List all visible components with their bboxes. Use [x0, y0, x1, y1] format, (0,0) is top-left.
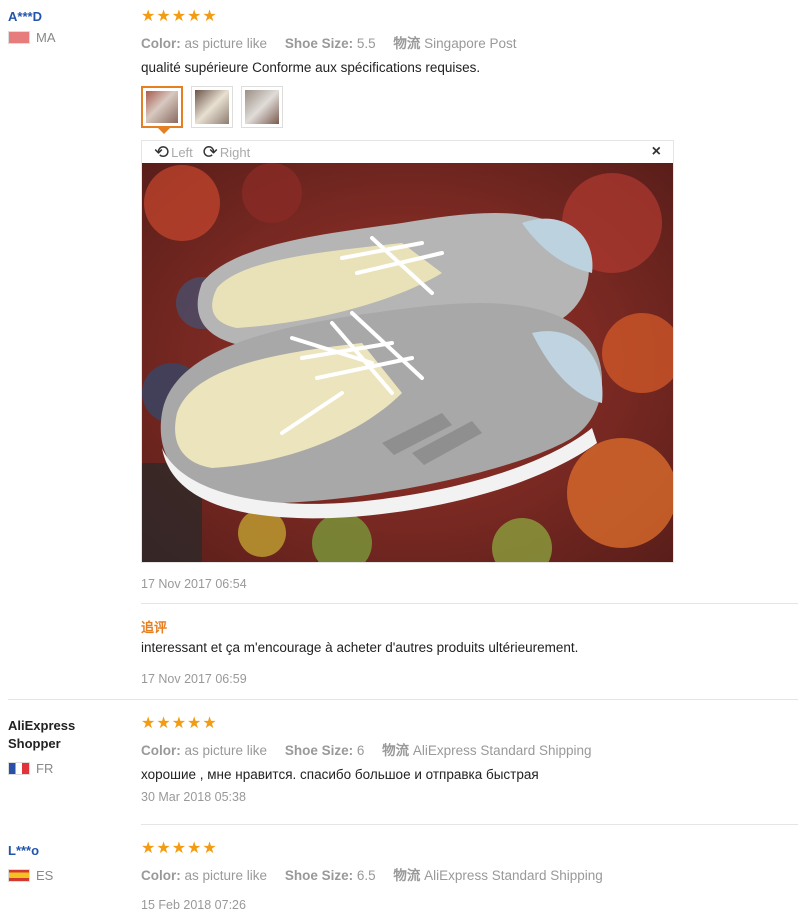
color-value: as picture like: [184, 868, 268, 883]
reviewer-name[interactable]: L***o: [8, 842, 128, 860]
followup-text: interessant et ça m'encourage à acheter …: [141, 640, 579, 655]
rotate-left-button[interactable]: ⟲ Left: [154, 143, 193, 161]
photo-thumbnails: [141, 86, 291, 128]
logistics-label: 物流: [393, 36, 421, 51]
photo-viewer: ⟲ Left ⟳ Right ×: [141, 140, 682, 578]
order-attributes: Color: as picture like Shoe Size: 6 物流 A…: [141, 739, 791, 759]
rotate-left-icon: ⟲: [154, 142, 170, 162]
thumbnail-2[interactable]: [191, 86, 233, 128]
size-value: 5.5: [356, 36, 376, 51]
logistics-label: 物流: [393, 868, 421, 883]
reviewer-country: MA: [8, 30, 128, 45]
reviewer-info: A***D MA: [8, 8, 128, 45]
flag-fr-icon: [8, 762, 30, 775]
reviewer-country: FR: [8, 761, 128, 776]
reviewer-name[interactable]: AliExpress Shopper: [8, 717, 98, 753]
color-label: Color:: [141, 868, 181, 883]
rotate-right-icon: ⟳: [202, 142, 218, 162]
country-code: MA: [36, 30, 56, 45]
rotate-right-label: Right: [219, 144, 251, 160]
logistics-value: AliExpress Standard Shipping: [424, 868, 603, 883]
star-rating: ★★★★★: [141, 840, 218, 857]
country-code: FR: [36, 761, 54, 776]
reviewer-info: AliExpress Shopper FR: [8, 717, 128, 776]
divider: [141, 603, 798, 604]
sneaker-photo-illustration: [142, 163, 682, 578]
close-icon[interactable]: ×: [652, 143, 661, 161]
thumbnail-3[interactable]: [241, 86, 283, 128]
country-code: ES: [36, 868, 54, 883]
followup-label: 追评: [141, 620, 168, 635]
review-content: ★★★★★ Color: as picture like Shoe Size: …: [141, 840, 791, 912]
followup-date: 17 Nov 2017 06:59: [141, 672, 247, 686]
review-text: qualité supérieure Conforme aux spécific…: [141, 60, 481, 75]
thumbnail-1[interactable]: [141, 86, 183, 128]
review-date: 17 Nov 2017 06:54: [141, 577, 247, 591]
color-value: as picture like: [184, 36, 268, 51]
active-thumbnail-caret: [158, 128, 170, 134]
logistics-value: Singapore Post: [424, 36, 517, 51]
review-photo: [142, 163, 682, 578]
review-date: 15 Feb 2018 07:26: [141, 898, 246, 912]
rotate-right-button[interactable]: ⟳ Right: [203, 143, 250, 161]
review-text: хорошие , мне нравится. спасибо большое …: [141, 767, 539, 782]
size-label: Shoe Size:: [284, 868, 354, 883]
star-rating: ★★★★★: [141, 8, 218, 25]
color-value: as picture like: [184, 743, 268, 758]
review-content: ★★★★★ Color: as picture like Shoe Size: …: [141, 8, 791, 75]
review-content: ★★★★★ Color: as picture like Shoe Size: …: [141, 715, 791, 804]
size-label: Shoe Size:: [284, 743, 354, 758]
star-rating: ★★★★★: [141, 715, 218, 732]
flag-ma-icon: [8, 31, 30, 44]
color-label: Color:: [141, 743, 181, 758]
logistics-label: 物流: [382, 743, 410, 758]
flag-es-icon: [8, 869, 30, 882]
order-attributes: Color: as picture like Shoe Size: 6.5 物流…: [141, 864, 791, 884]
logistics-value: AliExpress Standard Shipping: [412, 743, 592, 758]
size-value: 6: [356, 743, 365, 758]
rotate-left-label: Left: [171, 144, 193, 160]
color-label: Color:: [141, 36, 181, 51]
order-attributes: Color: as picture like Shoe Size: 5.5 物流…: [141, 32, 791, 52]
review-divider: [8, 699, 798, 700]
reviewer-country: ES: [8, 868, 128, 883]
review-date: 30 Mar 2018 05:38: [141, 790, 246, 804]
size-label: Shoe Size:: [284, 36, 354, 51]
viewer-toolbar: ⟲ Left ⟳ Right ×: [142, 141, 673, 163]
reviewer-info: L***o ES: [8, 842, 128, 883]
reviewer-name[interactable]: A***D: [8, 8, 128, 26]
size-value: 6.5: [356, 868, 376, 883]
review-divider: [141, 824, 798, 825]
